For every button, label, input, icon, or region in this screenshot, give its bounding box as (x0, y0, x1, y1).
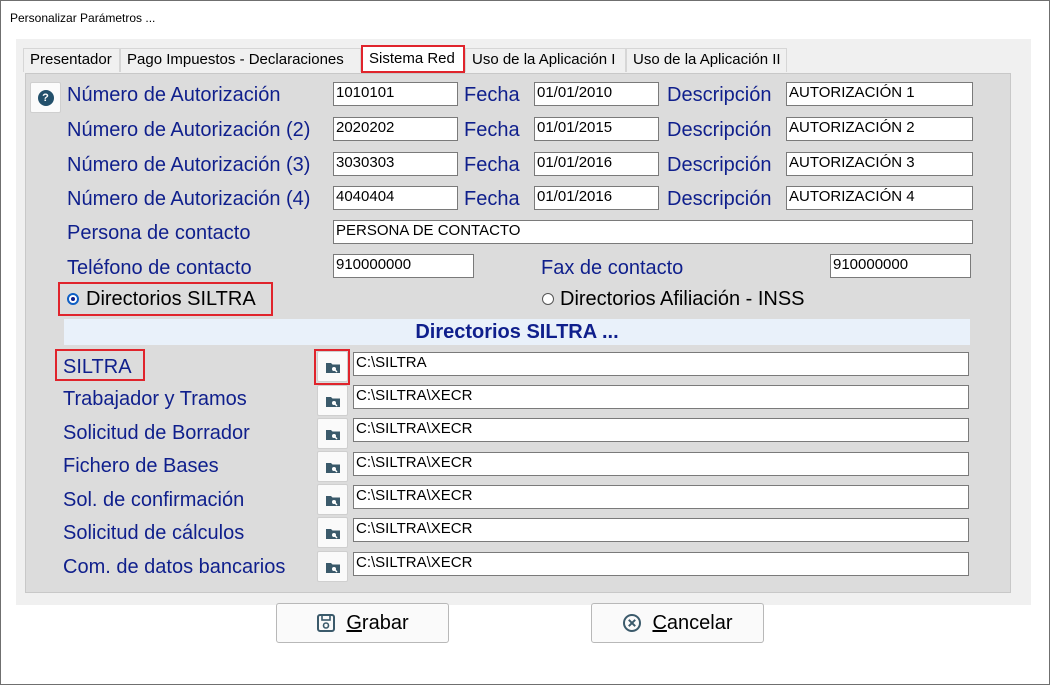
auth-2-fecha-label: Fecha (464, 119, 520, 141)
fax-label: Fax de contacto (541, 257, 684, 279)
auth-2-label: Número de Autorización (2) (67, 119, 311, 141)
siltra-radio[interactable] (67, 293, 79, 305)
folder-search-icon (325, 429, 340, 440)
dir-bases-browse-button[interactable] (317, 451, 348, 482)
folder-search-icon (325, 396, 340, 407)
auth-3-number-input[interactable]: 3030303 (333, 152, 458, 176)
dir-confirmacion-browse-button[interactable] (317, 484, 348, 515)
auth-2-fecha-input[interactable]: 01/01/2015 (534, 117, 659, 141)
auth-4-fecha-label: Fecha (464, 188, 520, 210)
dir-bancarios-label: Com. de datos bancarios (63, 556, 286, 578)
siltra-radio-label[interactable]: Directorios SILTRA (86, 288, 256, 311)
contact-person-input[interactable]: PERSONA DE CONTACTO (333, 220, 973, 244)
afiliacion-radio[interactable] (542, 293, 554, 305)
floppy-disk-icon (316, 613, 336, 633)
contact-phone-input[interactable]: 910000000 (333, 254, 474, 278)
folder-search-icon (325, 528, 340, 539)
dir-trabajador-browse-button[interactable] (317, 385, 348, 416)
dialog-window: Personalizar Parámetros ... Presentador … (0, 0, 1050, 685)
dir-trabajador-path[interactable]: C:\SILTRA\XECR (353, 385, 969, 409)
dir-bancarios-browse-button[interactable] (317, 551, 348, 582)
dir-calculos-path[interactable]: C:\SILTRA\XECR (353, 518, 969, 542)
cancel-circle-icon (622, 613, 642, 633)
auth-2-number-input[interactable]: 2020202 (333, 117, 458, 141)
tab-pago-impuestos[interactable]: Pago Impuestos - Declaraciones (120, 48, 361, 72)
dir-borrador-path[interactable]: C:\SILTRA\XECR (353, 418, 969, 442)
dir-calculos-label: Solicitud de cálculos (63, 522, 245, 544)
auth-3-fecha-label: Fecha (464, 154, 520, 176)
tab-uso-aplicacion-2[interactable]: Uso de la Aplicación II (626, 48, 787, 72)
fax-input[interactable]: 910000000 (830, 254, 971, 278)
help-icon: ? (37, 89, 54, 106)
afiliacion-radio-label[interactable]: Directorios Afiliación - INSS (560, 288, 805, 311)
auth-1-fecha-input[interactable]: 01/01/2010 (534, 82, 659, 106)
window-title: Personalizar Parámetros ... (10, 11, 156, 25)
auth-3-desc-label: Descripción (667, 154, 772, 176)
save-button-label: Grabar (346, 611, 409, 634)
tab-sistema-red[interactable]: Sistema Red (361, 45, 465, 73)
auth-3-desc-input[interactable]: AUTORIZACIÓN 3 (786, 152, 973, 176)
tab-presentador[interactable]: Presentador (23, 48, 120, 72)
auth-3-label: Número de Autorización (3) (67, 154, 311, 176)
auth-1-number-input[interactable]: 1010101 (333, 82, 458, 106)
auth-1-fecha-label: Fecha (464, 84, 520, 106)
auth-2-desc-input[interactable]: AUTORIZACIÓN 2 (786, 117, 973, 141)
dir-trabajador-label: Trabajador y Tramos (63, 388, 247, 410)
dir-bases-path[interactable]: C:\SILTRA\XECR (353, 452, 969, 476)
auth-3-fecha-input[interactable]: 01/01/2016 (534, 152, 659, 176)
dir-bases-label: Fichero de Bases (63, 455, 219, 477)
auth-4-desc-input[interactable]: AUTORIZACIÓN 4 (786, 186, 973, 210)
dir-siltra-path[interactable]: C:\SILTRA (353, 352, 969, 376)
contact-person-label: Persona de contacto (67, 222, 251, 244)
auth-2-desc-label: Descripción (667, 119, 772, 141)
cancel-button-label: Cancelar (652, 611, 733, 634)
dir-confirmacion-label: Sol. de confirmación (63, 489, 245, 511)
dir-borrador-label: Solicitud de Borrador (63, 422, 250, 444)
cancel-button[interactable]: Cancelar (591, 603, 764, 643)
section-title: Directorios SILTRA ... (64, 319, 970, 345)
dir-bancarios-path[interactable]: C:\SILTRA\XECR (353, 552, 969, 576)
dir-siltra-label: SILTRA (63, 356, 132, 378)
folder-search-icon (325, 462, 340, 473)
auth-4-desc-label: Descripción (667, 188, 772, 210)
auth-4-label: Número de Autorización (4) (67, 188, 311, 210)
help-button[interactable]: ? (30, 82, 61, 113)
auth-1-desc-input[interactable]: AUTORIZACIÓN 1 (786, 82, 973, 106)
auth-4-number-input[interactable]: 4040404 (333, 186, 458, 210)
dir-confirmacion-path[interactable]: C:\SILTRA\XECR (353, 485, 969, 509)
contact-phone-label: Teléfono de contacto (67, 257, 252, 279)
folder-search-icon (325, 495, 340, 506)
tab-uso-aplicacion-1[interactable]: Uso de la Aplicación I (465, 48, 626, 72)
siltra-browse-highlight (314, 349, 350, 385)
dir-calculos-browse-button[interactable] (317, 517, 348, 548)
folder-search-icon (325, 562, 340, 573)
save-button[interactable]: Grabar (276, 603, 449, 643)
auth-1-label: Número de Autorización (67, 84, 281, 106)
auth-4-fecha-input[interactable]: 01/01/2016 (534, 186, 659, 210)
auth-1-desc-label: Descripción (667, 84, 772, 106)
dir-borrador-browse-button[interactable] (317, 418, 348, 449)
